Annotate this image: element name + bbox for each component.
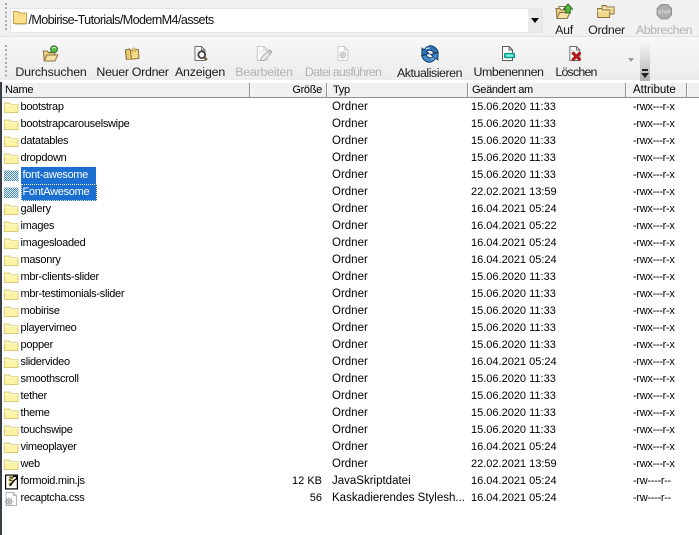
svg-text:STOP: STOP — [658, 10, 670, 15]
